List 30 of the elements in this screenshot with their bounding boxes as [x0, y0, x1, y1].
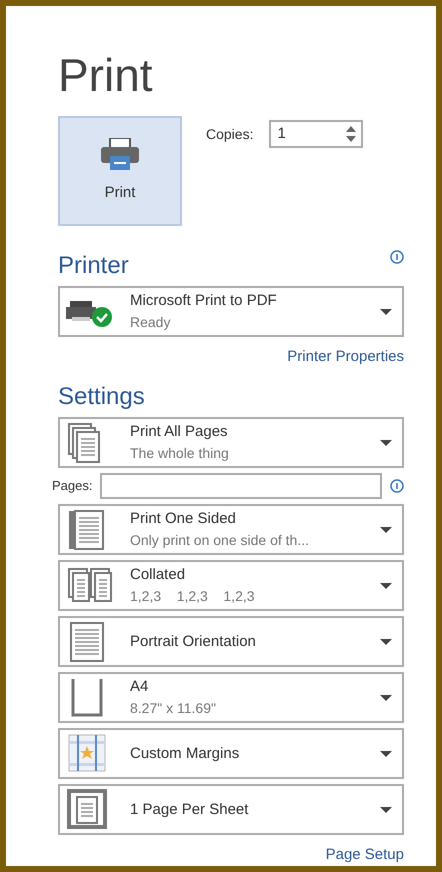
- printer-icon: [100, 138, 140, 172]
- settings-dropdown[interactable]: Print One Sided Only print on one side of th...: [58, 504, 404, 555]
- settings-dropdown[interactable]: 1 Page Per Sheet: [58, 784, 404, 835]
- settings-dropdown[interactable]: A4 8.27" x 11.69": [58, 672, 404, 723]
- settings-dropdown[interactable]: Custom Margins: [58, 728, 404, 779]
- caret-icon: [380, 582, 392, 588]
- print-button[interactable]: Print: [58, 116, 182, 226]
- caret-icon: [380, 694, 392, 700]
- caret-icon: [380, 638, 392, 644]
- pages-field[interactable]: [100, 473, 382, 499]
- settings-dropdown[interactable]: Collated 1,2,3 1,2,3 1,2,3: [58, 560, 404, 611]
- page-setup-link[interactable]: Page Setup: [326, 846, 404, 863]
- settings-dropdown[interactable]: Print All Pages The whole thing: [58, 417, 404, 468]
- copies-spinner[interactable]: 1: [269, 120, 364, 148]
- settings-dropdown[interactable]: Portrait Orientation: [58, 616, 404, 667]
- caret-icon: [380, 806, 392, 812]
- printer-dropdown[interactable]: Microsoft Print to PDF Ready: [58, 286, 404, 337]
- spin-arrows-icon[interactable]: [345, 124, 358, 144]
- pages-label: Pages:: [52, 477, 92, 496]
- printer-properties-link[interactable]: Printer Properties: [287, 348, 404, 365]
- caret-icon: [380, 750, 392, 756]
- printer-heading: Printer: [58, 254, 129, 278]
- info-icon[interactable]: [390, 479, 404, 493]
- copies-label: Copies:: [206, 124, 254, 144]
- info-icon[interactable]: [390, 250, 404, 264]
- settings-heading: Settings: [58, 385, 146, 409]
- caret-icon: [380, 526, 392, 532]
- caret-icon: [380, 308, 392, 314]
- page-title: Print: [58, 52, 154, 98]
- caret-icon: [380, 440, 392, 446]
